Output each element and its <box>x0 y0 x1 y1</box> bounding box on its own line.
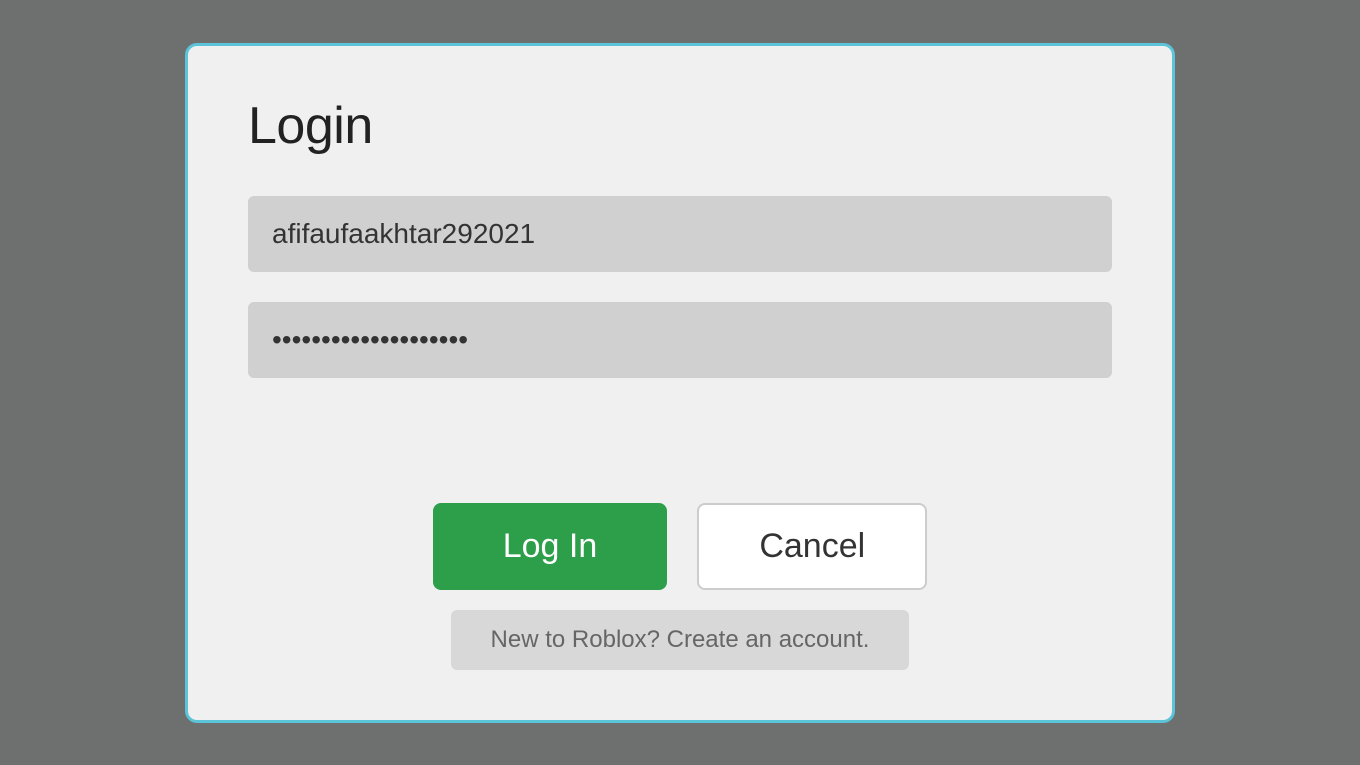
password-input[interactable] <box>248 302 1112 378</box>
login-button[interactable]: Log In <box>433 503 668 590</box>
button-row: Log In Cancel New to Roblox? Create an a… <box>248 503 1112 670</box>
spacer <box>248 408 1112 483</box>
login-dialog: Login Log In Cancel New to Roblox? Creat… <box>185 43 1175 723</box>
dialog-overlay: Login Log In Cancel New to Roblox? Creat… <box>0 0 1360 765</box>
username-input[interactable] <box>248 196 1112 272</box>
cancel-button[interactable]: Cancel <box>697 503 927 590</box>
create-account-button[interactable]: New to Roblox? Create an account. <box>451 610 910 670</box>
button-group: Log In Cancel <box>433 503 928 590</box>
dialog-title: Login <box>248 96 1112 156</box>
